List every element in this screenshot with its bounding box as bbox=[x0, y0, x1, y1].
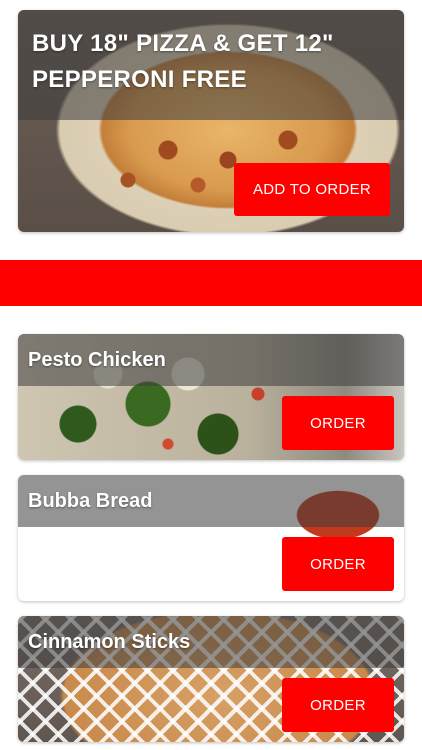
menu-item-pesto-chicken[interactable]: Pesto Chicken ORDER bbox=[18, 334, 404, 460]
order-button-bubba-bread[interactable]: ORDER bbox=[282, 537, 394, 591]
promo-title-band: BUY 18" PIZZA & GET 12" PEPPERONI FREE bbox=[18, 10, 404, 120]
menu-item-title-band: Cinnamon Sticks bbox=[18, 616, 404, 668]
menu-item-name: Cinnamon Sticks bbox=[28, 631, 191, 653]
menu-item-bubba-bread[interactable]: Bubba Bread ORDER bbox=[18, 475, 404, 601]
promo-title: BUY 18" PIZZA & GET 12" PEPPERONI FREE bbox=[32, 30, 334, 93]
menu-item-title-band: Pesto Chicken bbox=[18, 334, 404, 386]
order-button-pesto-chicken[interactable]: ORDER bbox=[282, 396, 394, 450]
promo-card: BUY 18" PIZZA & GET 12" PEPPERONI FREE A… bbox=[18, 10, 404, 232]
add-to-order-button[interactable]: ADD TO ORDER bbox=[234, 163, 390, 216]
section-divider-bar bbox=[0, 260, 422, 306]
menu-item-name: Pesto Chicken bbox=[28, 349, 166, 371]
menu-item-title-band: Bubba Bread bbox=[18, 475, 404, 527]
menu-item-cinnamon-sticks[interactable]: Cinnamon Sticks ORDER bbox=[18, 616, 404, 742]
menu-item-name: Bubba Bread bbox=[28, 490, 153, 512]
order-button-cinnamon-sticks[interactable]: ORDER bbox=[282, 678, 394, 732]
